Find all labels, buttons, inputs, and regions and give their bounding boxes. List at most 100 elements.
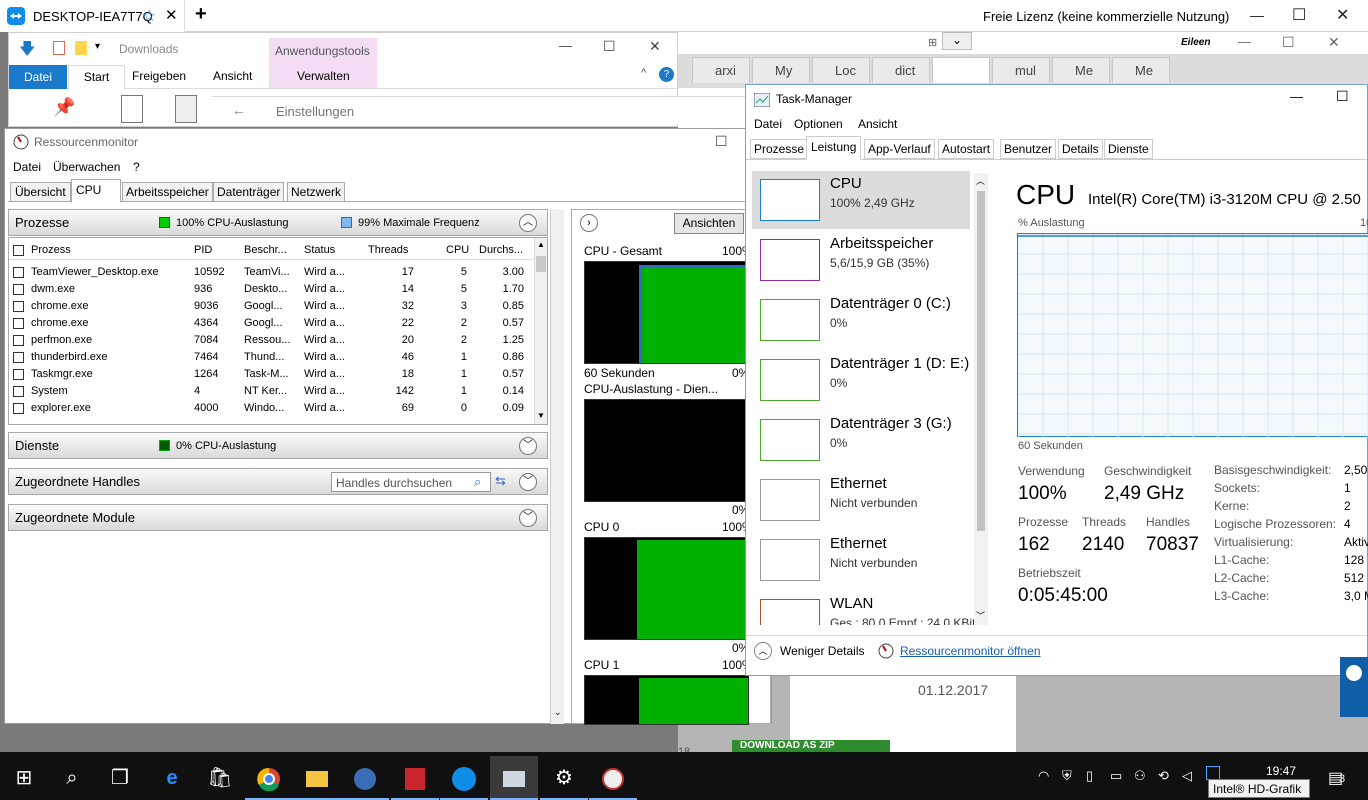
menu-help[interactable]: ?: [133, 160, 140, 174]
col-desc[interactable]: Beschr...: [244, 244, 287, 256]
scroll-up-icon[interactable]: ▲: [537, 240, 545, 249]
refresh-search-icon[interactable]: ⇆: [495, 473, 506, 489]
expand-down-icon[interactable]: ﹀: [519, 473, 537, 491]
col-status[interactable]: Status: [304, 244, 335, 256]
start-button-icon[interactable]: ⊞: [0, 756, 48, 800]
perf-item[interactable]: Datenträger 0 (C:) 0%: [752, 291, 970, 349]
manage-tab[interactable]: Verwalten: [297, 69, 350, 83]
expand-down-icon[interactable]: ﹀: [519, 437, 537, 455]
explorer-minimize-icon[interactable]: —: [559, 38, 572, 53]
row-checkbox[interactable]: [13, 318, 24, 329]
share-tab[interactable]: Freigeben: [132, 69, 186, 83]
view-tab[interactable]: Ansicht: [213, 69, 252, 83]
taskmgr-taskbar-icon[interactable]: [490, 756, 538, 800]
row-checkbox[interactable]: [13, 386, 24, 397]
close-icon[interactable]: ✕: [1336, 5, 1349, 25]
perf-item[interactable]: Datenträger 3 (G:) 0%: [752, 411, 970, 469]
collapse-ribbon-icon[interactable]: ^: [641, 67, 646, 79]
store-icon[interactable]: 🛍: [196, 756, 244, 800]
perf-item[interactable]: Ethernet Nicht verbunden: [752, 531, 970, 589]
tab-overview[interactable]: Übersicht: [10, 182, 71, 201]
table-row[interactable]: dwm.exe 936 Deskto... Wird a... 14 5 1.70: [9, 281, 534, 298]
chrome-minimize-icon[interactable]: —: [1238, 34, 1251, 49]
fewer-details-link[interactable]: Weniger Details: [780, 644, 864, 658]
open-resmon-link[interactable]: Ressourcenmonitor öffnen: [900, 644, 1041, 658]
handles-search-input[interactable]: Handles durchsuchen ⌕: [331, 472, 491, 492]
select-all-checkbox[interactable]: [13, 245, 24, 256]
remote-toolbar-icon[interactable]: ⊞: [928, 36, 937, 49]
chrome-tab-1[interactable]: arxi: [692, 57, 750, 83]
intel-graphics-icon[interactable]: [1206, 766, 1220, 780]
pin-icon[interactable]: 📌: [53, 97, 75, 118]
chrome-tab-8[interactable]: Me: [1112, 57, 1170, 83]
perf-item[interactable]: Arbeitsspeicher 5,6/15,9 GB (35%): [752, 231, 970, 289]
acrobat-icon[interactable]: [391, 756, 439, 800]
tm-menu-datei[interactable]: Datei: [754, 117, 782, 131]
help-icon[interactable]: ?: [659, 67, 674, 82]
new-session-button[interactable]: +: [195, 3, 207, 26]
download-zip-button[interactable]: DOWNLOAD AS ZIP: [732, 740, 890, 752]
chrome-tab-7[interactable]: Me: [1052, 57, 1110, 83]
col-avg[interactable]: Durchs...: [479, 244, 523, 256]
battery-icon[interactable]: ▭: [1110, 768, 1122, 784]
tray-app-icon[interactable]: ⚇: [1134, 768, 1146, 784]
security-icon[interactable]: ⛨: [1062, 768, 1072, 784]
file-explorer-icon[interactable]: [293, 756, 341, 800]
tm-tab-processes[interactable]: Prozesse: [750, 139, 809, 159]
expand-panel-icon[interactable]: ›: [580, 214, 598, 232]
task-view-icon[interactable]: ❐: [96, 756, 144, 800]
usb-icon[interactable]: ▯: [1086, 768, 1093, 784]
minimize-icon[interactable]: —: [1250, 7, 1264, 23]
col-pid[interactable]: PID: [194, 244, 212, 256]
search-icon[interactable]: ⌕: [474, 474, 481, 490]
col-threads[interactable]: Threads: [368, 244, 408, 256]
quick-access-dropdown-icon[interactable]: ▾: [95, 41, 100, 52]
taskmgr-maximize-icon[interactable]: ☐: [1336, 88, 1349, 105]
scroll-down-icon[interactable]: ▼: [537, 411, 545, 420]
chevron-down-icon[interactable]: ⌄: [942, 32, 972, 50]
tm-tab-performance[interactable]: Leistung: [806, 136, 862, 160]
network-icon[interactable]: ⟲: [1158, 768, 1169, 784]
scroll-up-icon[interactable]: ︿: [976, 174, 985, 187]
teamviewer-taskbar-icon[interactable]: [440, 756, 488, 800]
paste-icon[interactable]: [175, 95, 197, 123]
tm-tab-details[interactable]: Details: [1058, 139, 1103, 159]
scroll-thumb[interactable]: [536, 256, 546, 272]
start-tab[interactable]: Start: [68, 65, 125, 90]
perf-item[interactable]: WLAN Ges.: 80,0 Empf.: 24,0 KBit/: [752, 591, 978, 625]
close-session-icon[interactable]: ✕: [165, 6, 178, 24]
teamviewer-handle-icon[interactable]: [1346, 665, 1362, 681]
table-row[interactable]: chrome.exe 9036 Googl... Wird a... 32 3 0.85: [9, 298, 534, 315]
row-checkbox[interactable]: [13, 301, 24, 312]
maximize-icon[interactable]: ☐: [1292, 5, 1306, 25]
table-row[interactable]: System 4 NT Ker... Wird a... 142 1 0.14: [9, 383, 534, 400]
expand-down-icon[interactable]: ﹀: [519, 509, 537, 527]
fewer-details-icon[interactable]: ︿: [754, 642, 772, 660]
search-icon[interactable]: ⌕: [48, 756, 96, 800]
resmon-maximize-icon[interactable]: ☐: [715, 133, 728, 150]
row-checkbox[interactable]: [13, 335, 24, 346]
chrome-icon[interactable]: [245, 756, 293, 800]
file-tab[interactable]: Datei: [9, 65, 67, 89]
table-row[interactable]: TeamViewer_Desktop.exe 10592 TeamVi... Wird…: [9, 264, 534, 281]
chrome-tab-4[interactable]: dict: [872, 57, 930, 83]
table-row[interactable]: chrome.exe 4364 Googl... Wird a... 22 2 0.57: [9, 315, 534, 332]
tm-tab-services[interactable]: Dienste: [1104, 139, 1153, 159]
back-arrow-icon[interactable]: ←: [232, 102, 246, 118]
settings-gear-icon[interactable]: ⚙: [540, 756, 588, 800]
menu-ueberwachen[interactable]: Überwachen: [53, 160, 120, 174]
col-process[interactable]: Prozess: [31, 244, 71, 256]
left-pane-scrollbar[interactable]: ⌄: [550, 209, 564, 724]
scroll-down-icon[interactable]: ⌄: [554, 707, 562, 718]
edge-icon[interactable]: e: [148, 756, 196, 800]
row-checkbox[interactable]: [13, 352, 24, 363]
chrome-tab-2[interactable]: My: [752, 57, 810, 83]
process-scrollbar[interactable]: ▲ ▼: [534, 238, 547, 424]
tm-menu-ansicht[interactable]: Ansicht: [858, 117, 897, 131]
taskmgr-minimize-icon[interactable]: —: [1290, 89, 1303, 104]
tm-tab-users[interactable]: Benutzer: [1000, 139, 1057, 159]
table-row[interactable]: Taskmgr.exe 1264 Task-M... Wird a... 18 1 0.57: [9, 366, 534, 383]
row-checkbox[interactable]: [13, 403, 24, 414]
explorer-maximize-icon[interactable]: ☐: [603, 38, 616, 55]
copy-icon[interactable]: [121, 95, 143, 123]
